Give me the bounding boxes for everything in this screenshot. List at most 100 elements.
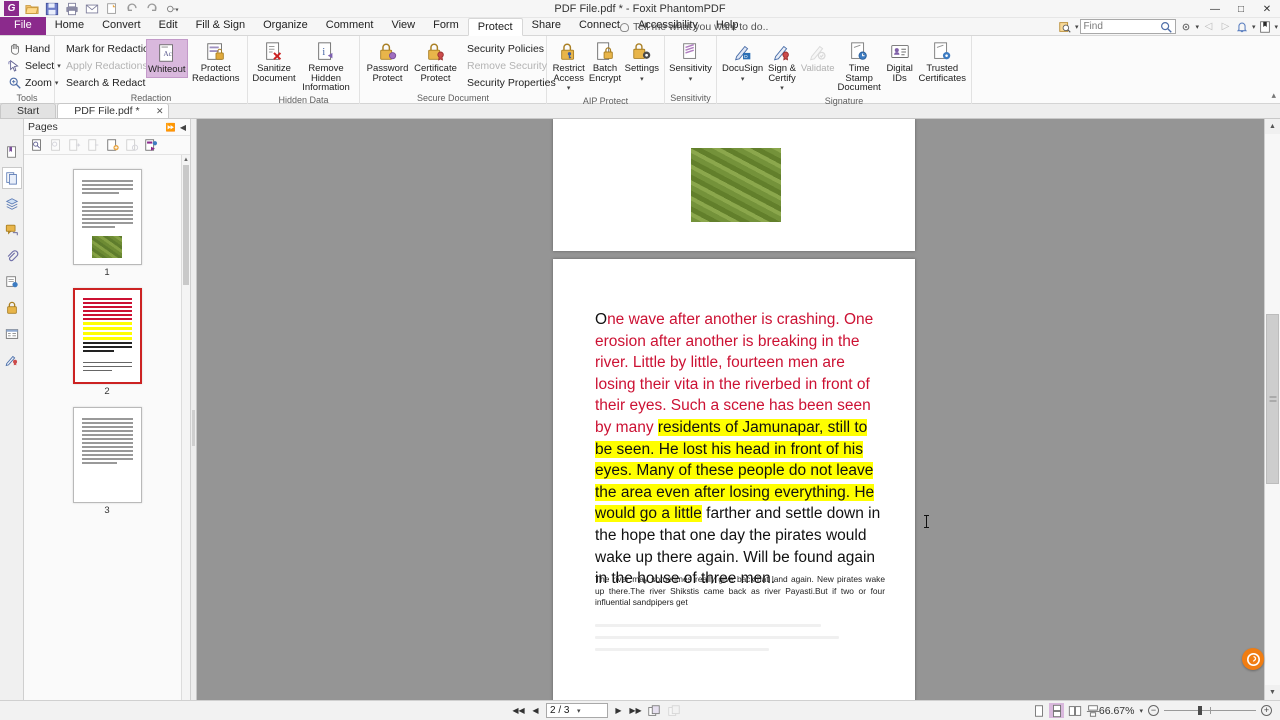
undo-icon[interactable] (122, 1, 141, 17)
tab-form[interactable]: Form (424, 17, 468, 35)
doc-tab-pdf-file[interactable]: PDF File.pdf * ✕ (57, 103, 168, 118)
sidebar-item-pages[interactable] (2, 167, 22, 189)
save-icon[interactable] (42, 1, 61, 17)
tab-edit[interactable]: Edit (150, 17, 187, 35)
sensitivity-caret-icon[interactable]: ▾ (689, 75, 693, 85)
forward-arrow-icon[interactable]: ▷ (1218, 19, 1233, 34)
tab-protect[interactable]: Protect (468, 18, 523, 36)
find-tool-caret-icon[interactable]: ▾ (1075, 23, 1079, 31)
tab-fill-and-sign[interactable]: Fill & Sign (187, 17, 255, 35)
split-view-button[interactable] (1085, 703, 1100, 718)
remove-hidden-information-button[interactable]: i Remove Hidden Information (297, 39, 355, 95)
collapse-ribbon-icon[interactable]: ▴ (1271, 90, 1276, 101)
next-page-button[interactable]: ▶ (612, 704, 625, 718)
minimize-button[interactable]: — (1202, 0, 1228, 18)
page-thumbnail-list[interactable]: 1 (24, 155, 190, 700)
aip-settings-button[interactable]: Settings ▾ (624, 39, 660, 86)
scrollbar-thumb[interactable] (1266, 314, 1279, 484)
expand-panel-icon[interactable]: ⏩ (166, 123, 176, 132)
validate-button[interactable]: Validate (800, 39, 836, 76)
pdf-page-2[interactable]: One wave after another is crashing. One … (553, 259, 915, 700)
thumbnail-item[interactable]: 3 (24, 407, 190, 516)
zoom-dropdown-icon[interactable]: ▾ (1139, 707, 1143, 715)
sidebar-item-bookmarks[interactable] (2, 141, 22, 163)
remove-security-button[interactable]: Remove Security (460, 58, 542, 74)
sidebar-item-comments[interactable] (2, 219, 22, 241)
delete-page-icon[interactable] (123, 137, 140, 153)
scroll-up-icon[interactable]: ▲ (1265, 119, 1280, 134)
bookmark-caret-icon[interactable]: ▾ (1274, 23, 1278, 31)
find-tool-icon[interactable] (1058, 19, 1073, 34)
close-button[interactable]: ✕ (1254, 0, 1280, 18)
print-icon[interactable] (62, 1, 81, 17)
redact-page-icon[interactable] (142, 137, 159, 153)
email-icon[interactable] (82, 1, 101, 17)
tab-organize[interactable]: Organize (254, 17, 317, 35)
close-icon[interactable]: ✕ (156, 104, 164, 119)
thumbnail-item[interactable]: 1 (24, 169, 190, 278)
sidebar-item-fields[interactable] (2, 323, 22, 345)
extract-pages-icon[interactable] (47, 137, 64, 153)
panel-splitter[interactable] (191, 119, 197, 700)
tab-home[interactable]: Home (46, 17, 93, 35)
scroll-down-icon[interactable]: ▼ (1265, 685, 1280, 700)
previous-page-button[interactable]: ◀ (529, 704, 542, 718)
scrollbar-thumb[interactable] (183, 165, 189, 285)
search-and-redact-button[interactable]: Search & Redact (59, 75, 145, 91)
back-arrow-icon[interactable]: ◁ (1201, 19, 1216, 34)
zoom-out-button[interactable]: − (1148, 705, 1159, 716)
first-page-button[interactable]: ◀◀ (512, 704, 525, 718)
time-stamp-document-button[interactable]: Time Stamp Document (837, 39, 882, 95)
security-properties-button[interactable]: Security Properties (460, 75, 542, 91)
collapse-panel-icon[interactable]: ◀ (180, 123, 186, 132)
customize-quick-access-icon[interactable]: ▾ (162, 1, 181, 17)
sign-certify-caret-icon[interactable]: ▾ (780, 84, 784, 94)
scroll-up-icon[interactable]: ▲ (182, 155, 190, 164)
page-thumbnail-3[interactable] (73, 407, 142, 503)
pages-panel-scrollbar[interactable]: ▲ (181, 155, 190, 700)
trusted-certificates-button[interactable]: Trusted Certificates (917, 39, 967, 85)
doc-tab-start[interactable]: Start (0, 103, 56, 118)
continuous-view-button[interactable] (1049, 703, 1064, 718)
tell-me-search[interactable]: Tell me what you want to do.. (620, 21, 768, 33)
sensitivity-button[interactable]: Sensitivity ▾ (669, 39, 713, 86)
sanitize-document-button[interactable]: Sanitize Document (252, 39, 296, 85)
foxit-logo-icon[interactable]: G (2, 1, 21, 17)
mark-for-redaction-button[interactable]: Mark for Redaction ▾ (59, 41, 145, 57)
gear-icon[interactable] (1178, 19, 1193, 34)
zoom-slider-handle[interactable] (1198, 706, 1202, 715)
sidebar-item-layers[interactable] (2, 193, 22, 215)
password-protect-button[interactable]: Password Protect (364, 39, 411, 85)
document-scrollbar[interactable]: ▲ ▼ (1264, 119, 1280, 700)
document-viewport[interactable]: One wave after another is crashing. One … (191, 119, 1280, 700)
page-dropdown-icon[interactable]: ▾ (577, 707, 604, 715)
sidebar-item-security[interactable] (2, 297, 22, 319)
maximize-button[interactable]: □ (1228, 0, 1254, 18)
help-assistant-button[interactable] (1242, 648, 1264, 670)
tab-share[interactable]: Share (523, 17, 570, 35)
protect-redactions-button[interactable]: Protect Redactions (189, 39, 244, 85)
open-icon[interactable] (22, 1, 41, 17)
scrollbar-track[interactable] (1265, 134, 1280, 685)
tab-file[interactable]: File (0, 17, 46, 35)
redo-icon[interactable] (142, 1, 161, 17)
gear-caret-icon[interactable]: ▾ (1195, 23, 1199, 31)
previous-view-icon[interactable] (646, 704, 662, 718)
find-input[interactable]: Find (1080, 19, 1176, 34)
replace-pages-icon[interactable] (66, 137, 83, 153)
page-thumbnail-2[interactable] (73, 288, 142, 384)
restrict-access-caret-icon[interactable]: ▾ (567, 84, 571, 94)
restrict-access-button[interactable]: Restrict Access ▾ (551, 39, 586, 96)
thumbnail-item[interactable]: 2 (24, 288, 190, 397)
facing-view-button[interactable] (1067, 703, 1082, 718)
insert-pages-icon[interactable] (28, 137, 45, 153)
whiteout-button[interactable]: Ac Whiteout (146, 39, 188, 78)
add-page-icon[interactable] (104, 137, 121, 153)
sign-and-certify-button[interactable]: Sign & Certify ▾ (765, 39, 799, 96)
tab-convert[interactable]: Convert (93, 17, 150, 35)
tab-comment[interactable]: Comment (317, 17, 383, 35)
swap-pages-icon[interactable] (85, 137, 102, 153)
sync-icon[interactable] (102, 1, 121, 17)
docusign-caret-icon[interactable]: ▾ (741, 75, 745, 85)
page-thumbnail-1[interactable] (73, 169, 142, 265)
